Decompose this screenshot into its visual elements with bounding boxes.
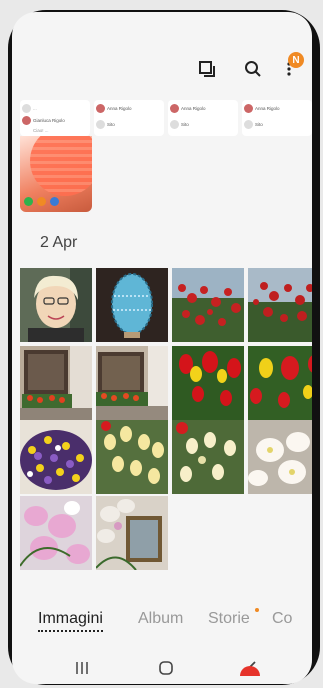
gallery-screen: N ... Gianluca Rigolo Ciao! ... Anna Rig… <box>12 12 312 684</box>
photo-thumb[interactable] <box>172 420 244 494</box>
app-icons <box>24 197 59 206</box>
thumb-text: Anna Rigolo <box>181 105 206 111</box>
screenshot-thumb[interactable]: Anna Rigolo Sito <box>168 100 238 136</box>
photo-thumb[interactable] <box>96 268 168 342</box>
top-bar: N <box>12 50 312 90</box>
thumb-text: Anna Rigolo <box>107 105 132 111</box>
photo-thumb[interactable] <box>20 496 92 570</box>
thumb-text: Ciao! ... <box>33 127 49 133</box>
search-icon[interactable] <box>242 58 264 80</box>
photo-thumb[interactable] <box>20 136 92 212</box>
thumb-text: Sito <box>255 121 263 127</box>
tab-album[interactable]: Album <box>138 610 183 628</box>
thumb-text: Sito <box>181 121 189 127</box>
thumb-text: Sito <box>107 121 115 127</box>
recent-apps-icon[interactable] <box>72 660 92 676</box>
photo-content <box>30 136 92 196</box>
tab-storie[interactable]: Storie <box>208 610 250 628</box>
photo-thumb[interactable] <box>172 268 244 342</box>
thumb-text: Anna Rigolo <box>255 105 280 111</box>
photo-thumb[interactable] <box>20 346 92 420</box>
photo-thumb[interactable] <box>20 268 92 342</box>
photo-thumb[interactable] <box>248 268 312 342</box>
photo-thumb[interactable] <box>20 420 92 494</box>
screenshot-thumb[interactable]: Anna Rigolo Sito <box>94 100 164 136</box>
photo-thumb[interactable] <box>96 346 168 420</box>
tab-bar: Immagini Album Storie Co <box>12 604 312 636</box>
tab-storie-dot <box>255 608 259 612</box>
thumb-text: Gianluca Rigolo <box>33 117 65 123</box>
photo-thumb[interactable] <box>248 346 312 420</box>
notification-badge: N <box>288 52 304 68</box>
screenshot-thumb[interactable]: ... Gianluca Rigolo Ciao! ... <box>20 100 90 136</box>
tab-immagini[interactable]: Immagini <box>38 610 103 632</box>
system-nav-bar <box>12 652 312 684</box>
date-header: 2 Apr <box>40 234 78 251</box>
photo-thumb[interactable] <box>96 496 168 570</box>
photo-thumb[interactable] <box>96 420 168 494</box>
slideshow-icon[interactable] <box>196 58 218 80</box>
tab-cont[interactable]: Co <box>272 610 292 628</box>
photo-thumb[interactable] <box>248 420 312 494</box>
screenshot-thumb[interactable]: Anna Rigolo Sito <box>242 100 312 136</box>
home-icon[interactable] <box>156 660 176 676</box>
screenshot-strip: ... Gianluca Rigolo Ciao! ... Anna Rigol… <box>20 100 312 136</box>
photo-thumb[interactable] <box>172 346 244 420</box>
